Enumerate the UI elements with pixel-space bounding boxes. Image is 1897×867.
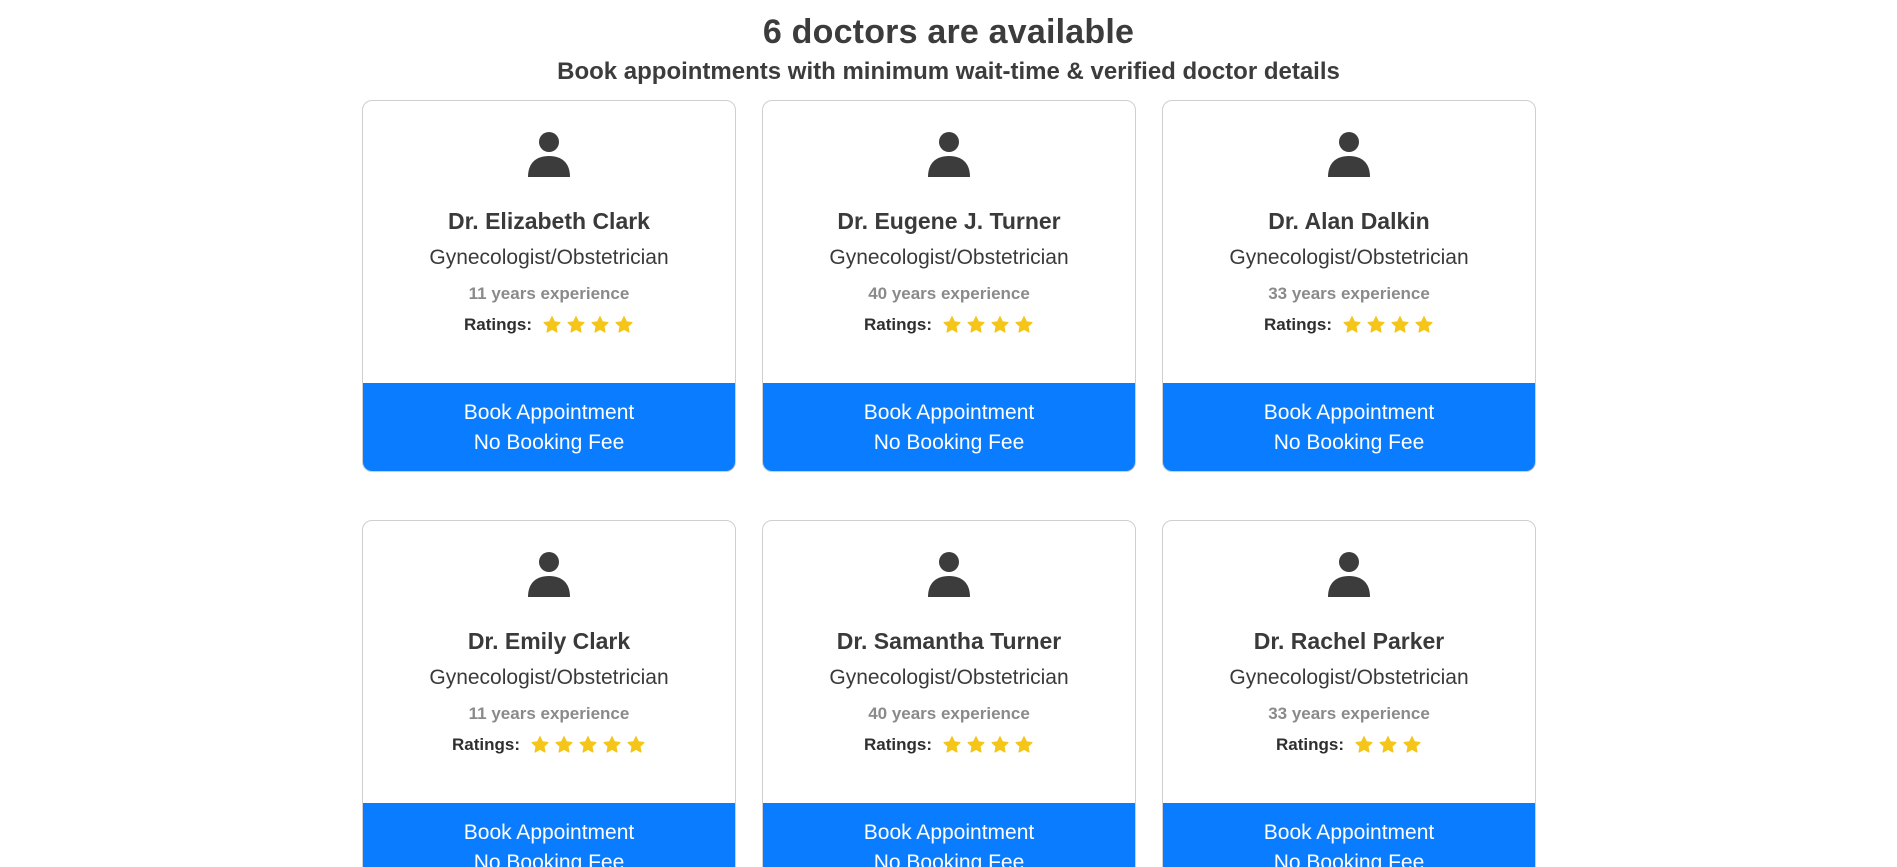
no-booking-fee-label: No Booking Fee bbox=[473, 851, 625, 867]
doctor-rating: Ratings: bbox=[763, 315, 1135, 335]
star-icon bbox=[1379, 736, 1397, 753]
star-icon bbox=[1415, 316, 1433, 333]
no-booking-fee-label: No Booking Fee bbox=[473, 431, 625, 454]
doctor-listing-page: 6 doctors are available Book appointment… bbox=[0, 0, 1897, 867]
star-icon bbox=[1391, 316, 1409, 333]
rating-stars bbox=[942, 315, 1034, 335]
doctor-name: Dr. Emily Clark bbox=[467, 628, 631, 654]
user-avatar-icon bbox=[1328, 132, 1370, 177]
doctor-rating: Ratings: bbox=[363, 315, 735, 335]
doctor-experience: 11 years experience bbox=[468, 284, 630, 303]
doctor-card: Dr. Elizabeth Clark Gynecologist/Obstetr… bbox=[362, 100, 736, 472]
user-avatar-icon bbox=[928, 132, 970, 177]
doctor-specialty: Gynecologist/Obstetrician bbox=[1229, 246, 1469, 269]
page-subtitle: Book appointments with minimum wait-time… bbox=[557, 58, 1340, 85]
doctor-rating: Ratings: bbox=[763, 735, 1135, 755]
page-title: 6 doctors are available bbox=[762, 13, 1135, 51]
star-icon bbox=[579, 736, 597, 753]
no-booking-fee-label: No Booking Fee bbox=[1273, 851, 1425, 867]
no-booking-fee-label: No Booking Fee bbox=[873, 851, 1025, 867]
doctor-name: Dr. Samantha Turner bbox=[836, 628, 1062, 654]
ratings-label: Ratings: bbox=[864, 315, 932, 334]
user-avatar-icon bbox=[928, 552, 970, 597]
star-icon bbox=[531, 736, 549, 753]
star-icon bbox=[1015, 316, 1033, 333]
star-icon bbox=[943, 316, 961, 333]
book-appointment-label: Book Appointment bbox=[1263, 821, 1435, 844]
book-appointment-button[interactable]: Book Appointment No Booking Fee bbox=[363, 803, 735, 867]
doctor-specialty: Gynecologist/Obstetrician bbox=[429, 666, 669, 689]
ratings-label: Ratings: bbox=[1276, 735, 1344, 754]
book-appointment-button[interactable]: Book Appointment No Booking Fee bbox=[363, 383, 735, 471]
doctor-name: Dr. Eugene J. Turner bbox=[837, 208, 1061, 234]
book-appointment-label: Book Appointment bbox=[463, 401, 635, 424]
rating-stars bbox=[1342, 315, 1434, 335]
doctor-rating: Ratings: bbox=[363, 735, 735, 755]
page-heading: 6 doctors are available Book appointment… bbox=[0, 10, 1897, 88]
rating-stars bbox=[942, 735, 1034, 755]
star-icon bbox=[1403, 736, 1421, 753]
star-icon bbox=[627, 736, 645, 753]
doctor-specialty: Gynecologist/Obstetrician bbox=[429, 246, 669, 269]
book-appointment-button[interactable]: Book Appointment No Booking Fee bbox=[1163, 383, 1535, 471]
doctor-card-grid: Dr. Elizabeth Clark Gynecologist/Obstetr… bbox=[362, 100, 1540, 867]
book-appointment-label: Book Appointment bbox=[863, 821, 1035, 844]
book-appointment-label: Book Appointment bbox=[863, 401, 1035, 424]
no-booking-fee-label: No Booking Fee bbox=[873, 431, 1025, 454]
doctor-name: Dr. Alan Dalkin bbox=[1268, 208, 1430, 234]
star-icon bbox=[1367, 316, 1385, 333]
doctor-card: Dr. Alan Dalkin Gynecologist/Obstetricia… bbox=[1162, 100, 1536, 472]
doctor-card: Dr. Emily Clark Gynecologist/Obstetricia… bbox=[362, 520, 736, 867]
ratings-label: Ratings: bbox=[864, 735, 932, 754]
star-icon bbox=[603, 736, 621, 753]
doctor-name: Dr. Rachel Parker bbox=[1253, 628, 1445, 654]
doctor-experience: 40 years experience bbox=[868, 284, 1030, 303]
book-appointment-label: Book Appointment bbox=[1263, 401, 1435, 424]
ratings-label: Ratings: bbox=[452, 735, 520, 754]
star-icon bbox=[1355, 736, 1373, 753]
star-icon bbox=[615, 316, 633, 333]
doctor-card: Dr. Eugene J. Turner Gynecologist/Obstet… bbox=[762, 100, 1136, 472]
user-avatar-icon bbox=[528, 132, 570, 177]
book-appointment-button[interactable]: Book Appointment No Booking Fee bbox=[763, 383, 1135, 471]
star-icon bbox=[1015, 736, 1033, 753]
book-appointment-label: Book Appointment bbox=[463, 821, 635, 844]
doctor-experience: 11 years experience bbox=[468, 704, 630, 723]
star-icon bbox=[991, 316, 1009, 333]
ratings-label: Ratings: bbox=[1264, 315, 1332, 334]
star-icon bbox=[567, 316, 585, 333]
doctor-rating: Ratings: bbox=[1163, 315, 1535, 335]
rating-stars bbox=[542, 315, 634, 335]
book-appointment-button[interactable]: Book Appointment No Booking Fee bbox=[1163, 803, 1535, 867]
star-icon bbox=[1343, 316, 1361, 333]
star-icon bbox=[543, 316, 561, 333]
rating-stars bbox=[1354, 735, 1422, 755]
user-avatar-icon bbox=[1328, 552, 1370, 597]
doctor-name: Dr. Elizabeth Clark bbox=[448, 208, 650, 234]
user-avatar-icon bbox=[528, 552, 570, 597]
doctor-specialty: Gynecologist/Obstetrician bbox=[829, 666, 1069, 689]
doctor-specialty: Gynecologist/Obstetrician bbox=[1229, 666, 1469, 689]
doctor-specialty: Gynecologist/Obstetrician bbox=[829, 246, 1069, 269]
doctor-rating: Ratings: bbox=[1163, 735, 1535, 755]
no-booking-fee-label: No Booking Fee bbox=[1273, 431, 1425, 454]
star-icon bbox=[991, 736, 1009, 753]
book-appointment-button[interactable]: Book Appointment No Booking Fee bbox=[763, 803, 1135, 867]
star-icon bbox=[943, 736, 961, 753]
doctor-card: Dr. Samantha Turner Gynecologist/Obstetr… bbox=[762, 520, 1136, 867]
rating-stars bbox=[530, 735, 646, 755]
doctor-experience: 33 years experience bbox=[1268, 284, 1430, 303]
star-icon bbox=[591, 316, 609, 333]
doctor-experience: 40 years experience bbox=[868, 704, 1030, 723]
star-icon bbox=[555, 736, 573, 753]
doctor-experience: 33 years experience bbox=[1268, 704, 1430, 723]
star-icon bbox=[967, 316, 985, 333]
ratings-label: Ratings: bbox=[464, 315, 532, 334]
doctor-card: Dr. Rachel Parker Gynecologist/Obstetric… bbox=[1162, 520, 1536, 867]
star-icon bbox=[967, 736, 985, 753]
